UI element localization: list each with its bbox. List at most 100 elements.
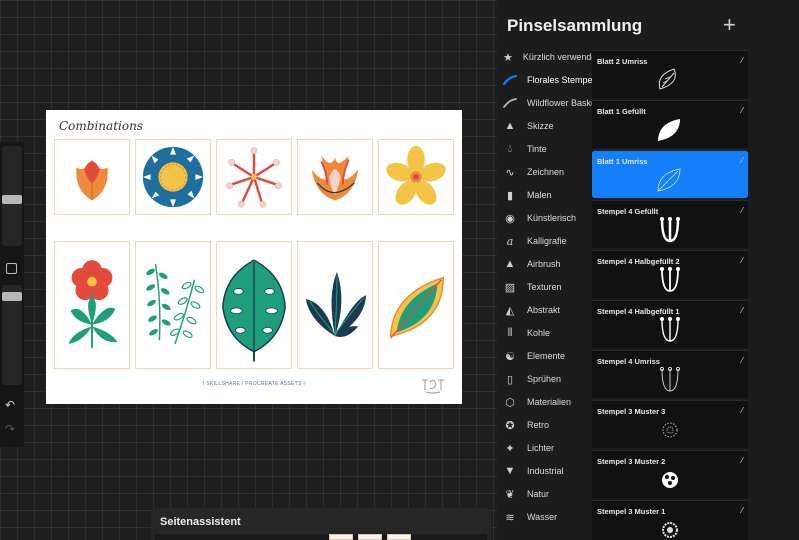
- canvas[interactable]: Combinations I SKILLSHARE I PROCREATE AS…: [46, 110, 462, 404]
- category-kalligrafie[interactable]: a Kalligrafie: [497, 230, 593, 252]
- edit-brush-icon[interactable]: ⁄: [742, 506, 743, 515]
- brush-item[interactable]: Stempel 4 Gefüllt ⁄: [592, 200, 748, 248]
- category-malen[interactable]: ▮ Malen: [497, 184, 593, 206]
- navy-leaves-illustration: [305, 271, 367, 338]
- brush-item[interactable]: Blatt 1 Gefüllt ⁄: [592, 100, 748, 148]
- brush-item[interactable]: Stempel 3 Muster 3 ⁄: [592, 400, 748, 448]
- add-brush-button[interactable]: +: [723, 12, 736, 38]
- tile-cornflower: [135, 139, 211, 215]
- sprigs-illustration: [146, 263, 205, 345]
- brush-item[interactable]: Stempel 3 Muster 1 ⁄: [592, 500, 748, 540]
- category-materialien[interactable]: ⬡ Materialien: [497, 391, 593, 413]
- palette-icon: ◉: [505, 212, 515, 225]
- category-airbrush[interactable]: ▲ Airbrush: [497, 253, 593, 275]
- brush-preview: [662, 422, 678, 438]
- category-texturen[interactable]: ▨ Texturen: [497, 276, 593, 298]
- triangle-icon: ◭: [505, 304, 515, 317]
- category-tinte[interactable]: 💧︎ Tinte: [497, 138, 593, 160]
- category-recent[interactable]: ★ Kürzlich verwendet: [497, 46, 599, 68]
- page-assist-panel[interactable]: Seitenassistent: [151, 508, 491, 540]
- charcoal-icon: ⦀: [507, 326, 513, 339]
- category-spruehen[interactable]: ▯ Sprühen: [497, 368, 593, 390]
- tile-navy-leaves: [297, 241, 373, 369]
- page-thumbnail[interactable]: [358, 534, 382, 540]
- brush-preview: [660, 317, 680, 342]
- category-lichter[interactable]: ✦ Lichter: [497, 437, 593, 459]
- brush-item[interactable]: Blatt 2 Umriss ⁄: [592, 50, 748, 98]
- edit-brush-icon[interactable]: ⁄: [742, 106, 743, 115]
- bird-flower-illustration: [311, 155, 359, 201]
- texture-icon: ▨: [504, 281, 516, 294]
- tile-yellow-flower: [378, 139, 454, 215]
- edit-brush-icon[interactable]: ⁄: [742, 456, 743, 465]
- yin-yang-icon: ☯: [505, 350, 515, 363]
- tile-yellow-leaf: [378, 241, 454, 369]
- edit-brush-icon[interactable]: ⁄: [742, 206, 743, 215]
- brush-size-slider[interactable]: [2, 146, 22, 246]
- page-thumbnail[interactable]: [387, 534, 411, 540]
- tile-tulip: [54, 139, 130, 215]
- brush-preview: [659, 366, 681, 392]
- category-abstrakt[interactable]: ◭ Abstrakt: [497, 299, 593, 321]
- category-wildflower-basket[interactable]: Wildflower Basket: [497, 92, 599, 114]
- pencil-tip-icon: ▲: [504, 120, 516, 132]
- brush-size-thumb[interactable]: [2, 195, 22, 204]
- category-florales-stempelst[interactable]: Florales Stempelst: [497, 69, 602, 91]
- leaf-icon: ❦: [505, 488, 515, 501]
- modify-button[interactable]: [6, 263, 17, 274]
- brush-preview: [657, 168, 681, 192]
- brush-preview: [660, 267, 680, 292]
- brush-library-title: Pinselsammlung: [507, 16, 643, 35]
- brush-preview: [658, 119, 680, 141]
- edit-brush-icon[interactable]: ⁄: [742, 306, 743, 315]
- category-zeichnen[interactable]: ∿ Zeichnen: [497, 161, 593, 183]
- edit-brush-icon[interactable]: ⁄: [742, 406, 743, 415]
- blue-stroke-icon: [503, 73, 517, 87]
- opacity-thumb[interactable]: [2, 292, 22, 301]
- waves-icon: ≋: [505, 511, 515, 524]
- cube-icon: ⬡: [505, 396, 515, 409]
- brush-item[interactable]: Stempel 4 Umriss ⁄: [592, 350, 748, 398]
- brush-preview: [662, 522, 678, 538]
- tile-sprigs: [135, 241, 211, 369]
- cornflower-illustration: [142, 146, 204, 208]
- signature-logo: [422, 379, 444, 394]
- brush-item-selected[interactable]: Blatt 1 Umriss ⁄: [592, 150, 748, 198]
- brush-preview: [660, 217, 680, 243]
- star-icon: ★: [503, 51, 513, 64]
- brush-preview: [662, 472, 678, 488]
- category-industrial[interactable]: ▼ Industrial: [497, 460, 593, 482]
- airbrush-icon: ▲: [504, 258, 516, 270]
- category-retro[interactable]: ✪ Retro: [497, 414, 593, 436]
- edit-brush-icon[interactable]: ⁄: [742, 356, 743, 365]
- tulip-illustration: [76, 159, 108, 201]
- tile-red-flower: [54, 241, 130, 369]
- edit-brush-icon[interactable]: ⁄: [742, 256, 743, 265]
- red-flower-illustration: [68, 260, 118, 348]
- retro-badge-icon: ✪: [505, 419, 515, 432]
- category-wasser[interactable]: ≋ Wasser: [497, 506, 593, 528]
- brush-item[interactable]: Stempel 4 Halbgefüllt 1 ⁄: [592, 300, 748, 348]
- category-skizze[interactable]: ▲ Skizze: [497, 115, 593, 137]
- redo-button[interactable]: ↷: [5, 422, 15, 436]
- sparkle-icon: ✦: [505, 442, 515, 455]
- squiggle-icon: ∿: [505, 166, 515, 179]
- category-kohle[interactable]: ⦀ Kohle: [497, 322, 593, 344]
- brush-library-panel: Pinselsammlung + ★ Kürzlich verwendet Flo…: [497, 0, 799, 540]
- tile-star-flower: [216, 139, 292, 215]
- brush-item[interactable]: Stempel 4 Halbgefüllt 2 ⁄: [592, 250, 748, 298]
- undo-button[interactable]: ↶: [5, 398, 15, 412]
- category-natur[interactable]: ❦ Natur: [497, 483, 593, 505]
- spray-can-icon: ▯: [506, 373, 514, 386]
- edit-brush-icon[interactable]: ⁄: [742, 56, 743, 65]
- category-kuenstlerisch[interactable]: ◉ Künstlerisch: [497, 207, 593, 229]
- opacity-slider[interactable]: [2, 285, 22, 385]
- page-assist-title: Seitenassistent: [160, 516, 241, 528]
- yellow-flower-illustration: [386, 145, 446, 205]
- paint-brush-icon: ▮: [506, 189, 514, 202]
- category-elemente[interactable]: ☯ Elemente: [497, 345, 593, 367]
- page-thumbnail[interactable]: [329, 534, 353, 540]
- stroke-icon: [503, 96, 517, 110]
- edit-brush-icon[interactable]: ⁄: [742, 156, 743, 165]
- brush-item[interactable]: Stempel 3 Muster 2 ⁄: [592, 450, 748, 498]
